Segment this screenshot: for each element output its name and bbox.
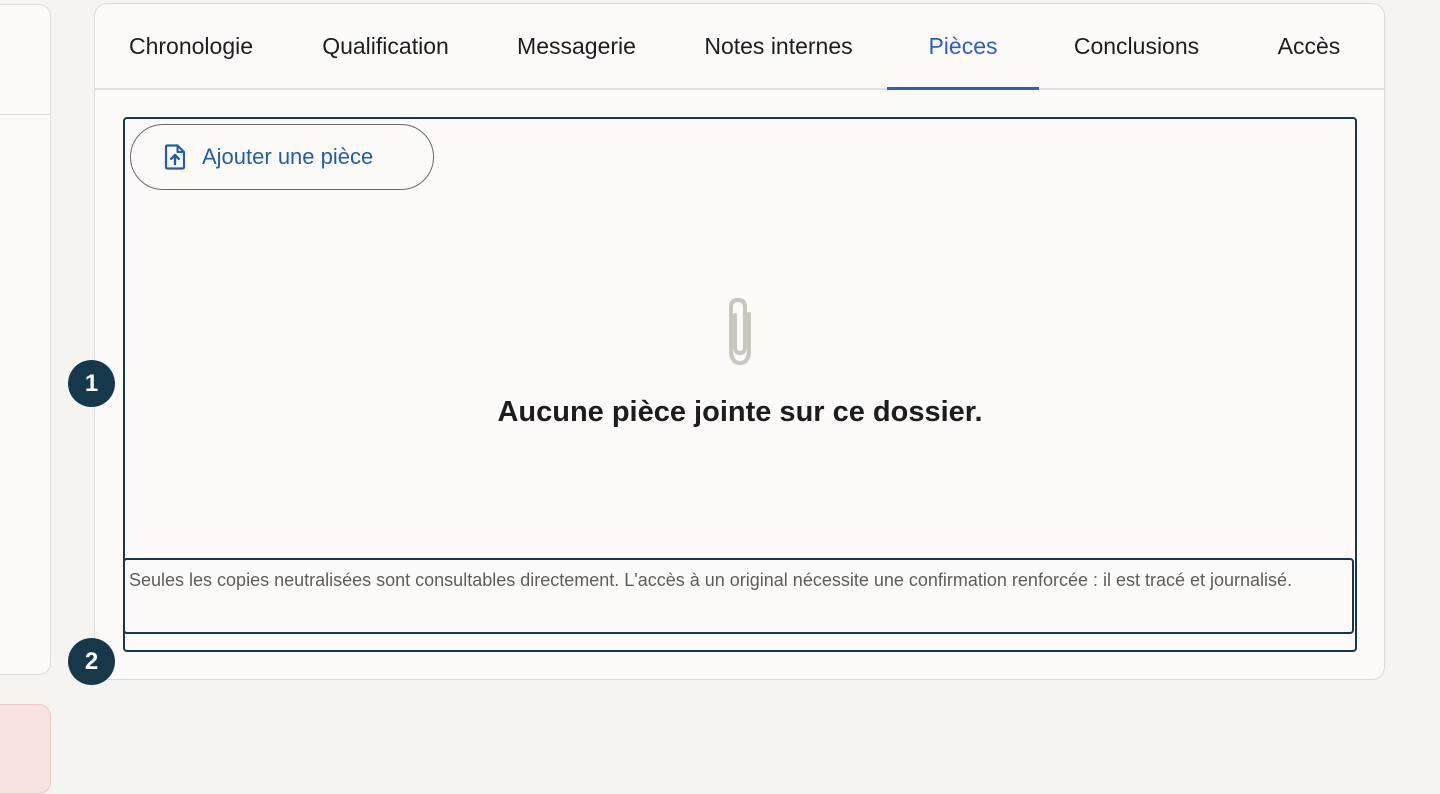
case-detail-card: Chronologie Qualification Messagerie Not… (94, 3, 1385, 680)
annotation-marker-2: 2 (68, 638, 115, 685)
tab-conclusions[interactable]: Conclusions (1070, 4, 1203, 88)
side-alert-card (0, 704, 51, 794)
file-upload-icon (162, 144, 188, 170)
annotation-marker-1: 1 (68, 360, 115, 407)
tab-messagerie[interactable]: Messagerie (515, 4, 638, 88)
panel-divider (0, 114, 50, 115)
tab-chronologie[interactable]: Chronologie (126, 4, 256, 88)
access-notice: Seules les copies neutralisées sont cons… (123, 558, 1354, 634)
tab-pieces[interactable]: Pièces (887, 4, 1039, 90)
empty-state-message: Aucune pièce jointe sur ce dossier. (497, 396, 983, 428)
tab-acces[interactable]: Accès (1275, 4, 1343, 88)
tab-bar: Chronologie Qualification Messagerie Not… (95, 4, 1384, 90)
tab-notes-internes[interactable]: Notes internes (698, 4, 859, 88)
left-side-panel (0, 4, 51, 675)
add-piece-button[interactable]: Ajouter une pièce (130, 124, 434, 190)
paperclip-icon (721, 295, 761, 371)
add-piece-label: Ajouter une pièce (202, 144, 374, 169)
tab-qualification[interactable]: Qualification (315, 4, 456, 88)
pieces-panel: Ajouter une pièce Aucune pièce jointe su… (123, 117, 1357, 652)
